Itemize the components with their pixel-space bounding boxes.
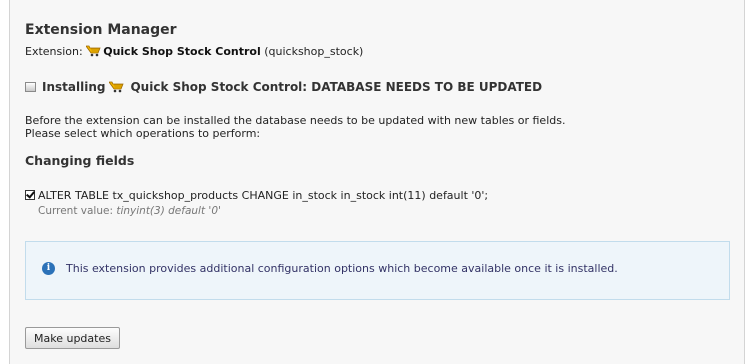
make-updates-button[interactable]: Make updates: [25, 327, 120, 349]
installing-prefix: Installing: [42, 80, 106, 94]
current-value: Current value: tinyint(3) default '0': [38, 205, 221, 217]
current-value-text: tinyint(3) default '0': [116, 205, 221, 217]
installing-name: Quick Shop Stock Control: DATABASE NEEDS…: [130, 80, 543, 94]
extension-name: Quick Shop Stock Control: [103, 45, 261, 58]
page-title: Extension Manager: [25, 22, 177, 38]
installing-heading: Installing Quick Shop Stock Control: DAT…: [25, 80, 542, 94]
current-value-label: Current value:: [38, 205, 117, 217]
info-icon: i: [42, 262, 55, 275]
extension-prefix: Extension:: [25, 45, 87, 58]
field-change-row: ALTER TABLE tx_quickshop_products CHANGE…: [25, 189, 488, 202]
description: Before the extension can be installed th…: [25, 114, 725, 140]
info-text: This extension provides additional confi…: [66, 262, 618, 275]
shopping-cart-icon: [86, 45, 101, 57]
shopping-cart-icon: [109, 81, 125, 93]
extension-manager-panel: Extension Manager Extension: Quick Shop …: [9, 0, 745, 364]
description-line-2: Please select which operations to perfor…: [25, 127, 261, 140]
section-heading-changing-fields: Changing fields: [25, 153, 135, 168]
extension-key: (quickshop_stock): [260, 45, 364, 58]
description-line-1: Before the extension can be installed th…: [25, 114, 566, 127]
field-change-checkbox[interactable]: [25, 190, 35, 200]
extension-line: Extension: Quick Shop Stock Control (qui…: [25, 45, 363, 58]
info-message: i This extension provides additional con…: [25, 241, 730, 300]
install-icon: [25, 82, 36, 92]
field-change-statement: ALTER TABLE tx_quickshop_products CHANGE…: [38, 189, 489, 202]
